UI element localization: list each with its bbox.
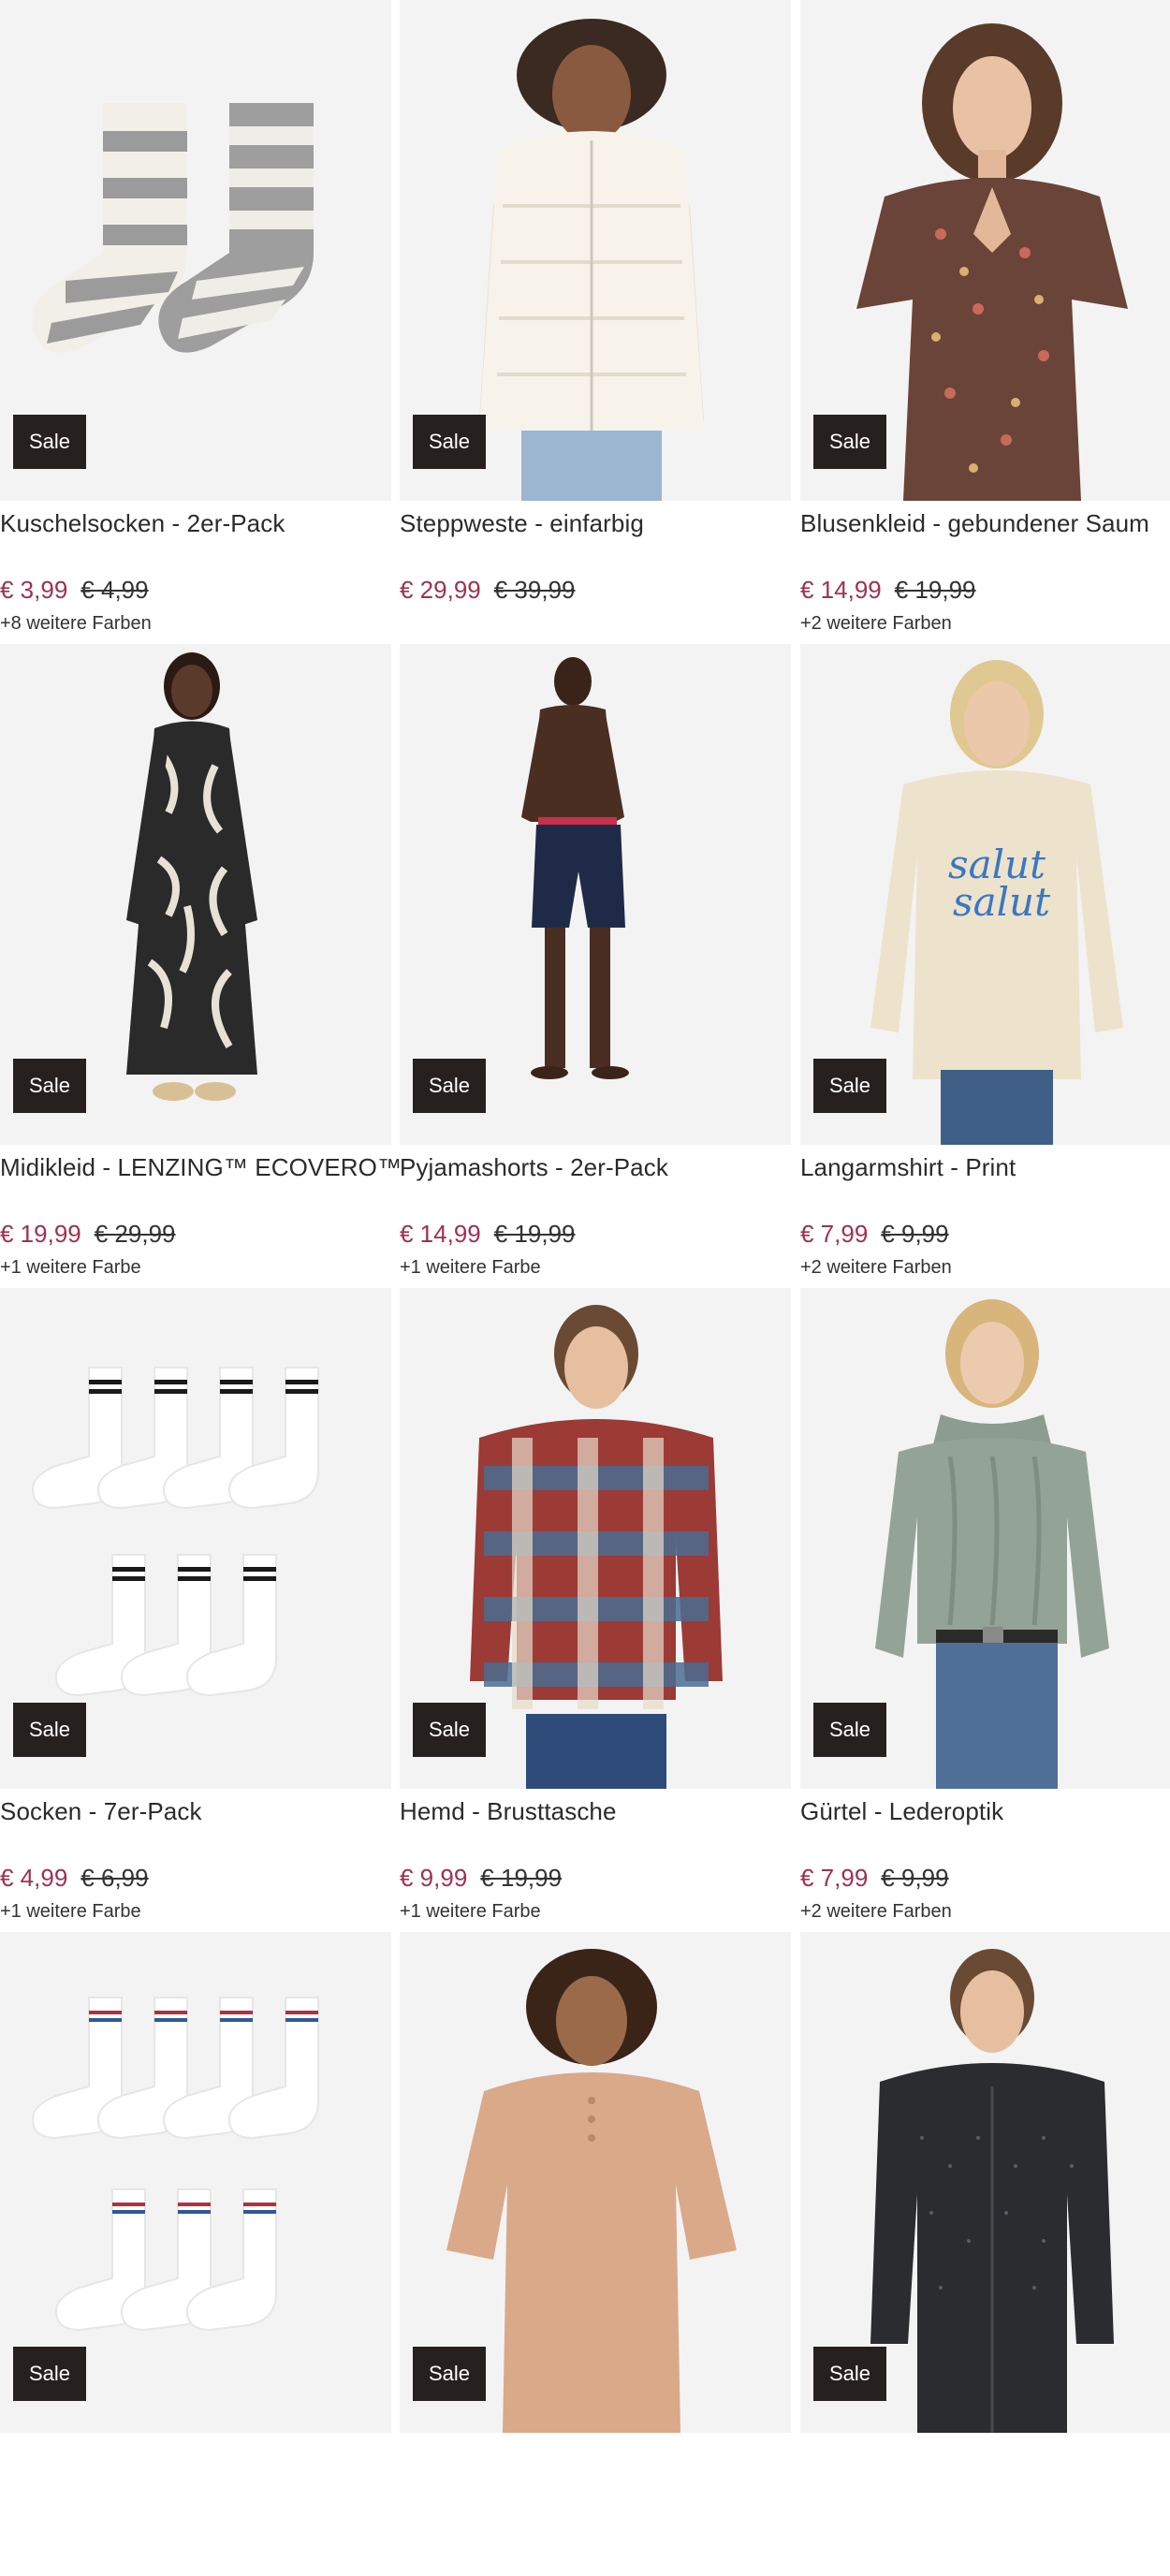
sale-badge: Sale xyxy=(813,1703,886,1757)
product-image[interactable]: Sale xyxy=(400,1288,791,1789)
original-price: € 9,99 xyxy=(881,1220,949,1248)
product-card[interactable]: Sale Pyjamashorts - 2er-Pack € 14,99 € 19… xyxy=(400,644,791,1288)
more-colors-link[interactable]: +8 weitere Farben xyxy=(0,613,152,635)
product-image[interactable]: Sale xyxy=(400,644,791,1145)
sale-badge: Sale xyxy=(13,1703,86,1757)
sale-badge: Sale xyxy=(413,1059,486,1113)
original-price: € 4,99 xyxy=(80,576,149,604)
product-image[interactable]: Sale xyxy=(0,0,391,501)
product-card[interactable]: Sale xyxy=(800,1932,1170,2576)
product-image[interactable]: salut salut Sale xyxy=(800,644,1170,1145)
original-price: € 9,99 xyxy=(881,1864,949,1892)
sale-price: € 9,99 xyxy=(400,1864,468,1892)
product-name[interactable]: Midikleid - LENZING™ ECOVERO™ xyxy=(0,1153,402,1182)
price-row: € 7,99 € 9,99 xyxy=(800,1220,949,1249)
product-card[interactable]: Sale Gürtel - Lederoptik € 7,99 € 9,99 +2… xyxy=(800,1288,1170,1932)
product-image[interactable]: Sale xyxy=(0,1932,391,2433)
sale-badge: Sale xyxy=(413,2347,486,2401)
product-image[interactable]: Sale xyxy=(800,1288,1170,1789)
product-name[interactable]: Gürtel - Lederoptik xyxy=(800,1797,1170,1826)
product-image[interactable]: Sale xyxy=(800,1932,1170,2433)
more-colors-link[interactable]: +2 weitere Farben xyxy=(800,1901,952,1923)
price-row: € 14,99 € 19,99 xyxy=(400,1220,576,1249)
sale-price: € 19,99 xyxy=(0,1220,81,1248)
more-colors-link[interactable]: +1 weitere Farbe xyxy=(0,1257,141,1279)
sale-badge: Sale xyxy=(813,1059,886,1113)
price-row: € 7,99 € 9,99 xyxy=(800,1864,949,1893)
sale-price: € 4,99 xyxy=(0,1864,68,1892)
sale-price: € 7,99 xyxy=(800,1220,869,1248)
product-card[interactable]: Sale Socken - 7er-Pack € 4,99 € 6,99 +1 w… xyxy=(0,1288,391,1932)
product-name[interactable]: Socken - 7er-Pack xyxy=(0,1797,402,1826)
original-price: € 19,99 xyxy=(894,576,976,604)
product-name[interactable]: Langarmshirt - Print xyxy=(800,1153,1170,1182)
product-name[interactable]: Steppweste - einfarbig xyxy=(400,509,802,538)
product-image[interactable]: Sale xyxy=(0,1288,391,1789)
product-image[interactable]: Sale xyxy=(400,1932,791,2433)
more-colors-link[interactable]: +2 weitere Farben xyxy=(800,613,952,635)
more-colors-link[interactable]: +2 weitere Farben xyxy=(800,1257,952,1279)
product-card[interactable]: Sale xyxy=(0,1932,391,2576)
product-card[interactable]: Sale Hemd - Brusttasche € 9,99 € 19,99 +1… xyxy=(400,1288,791,1932)
original-price: € 29,99 xyxy=(94,1220,176,1248)
product-image[interactable]: Sale xyxy=(400,0,791,501)
product-name[interactable]: Pyjamashorts - 2er-Pack xyxy=(400,1153,802,1182)
sale-badge: Sale xyxy=(413,415,486,469)
sale-badge: Sale xyxy=(13,415,86,469)
product-name[interactable]: Blusenkleid - gebundener Saum xyxy=(800,509,1170,538)
product-card[interactable]: Sale Midikleid - LENZING™ ECOVERO™ € 19,… xyxy=(0,644,402,1288)
product-name[interactable]: Hemd - Brusttasche xyxy=(400,1797,802,1826)
sale-badge: Sale xyxy=(13,1059,86,1113)
price-row: € 14,99 € 19,99 xyxy=(800,576,976,605)
more-colors-link[interactable]: +1 weitere Farbe xyxy=(400,1257,541,1279)
svg-text:salut: salut xyxy=(953,879,1050,925)
original-price: € 19,99 xyxy=(493,1220,576,1248)
sale-badge: Sale xyxy=(813,415,886,469)
more-colors-link[interactable]: +1 weitere Farbe xyxy=(0,1901,141,1923)
price-row: € 4,99 € 6,99 xyxy=(0,1864,149,1893)
price-row: € 3,99 € 4,99 xyxy=(0,576,149,605)
price-row: € 19,99 € 29,99 xyxy=(0,1220,176,1249)
sale-price: € 14,99 xyxy=(800,576,882,604)
product-card[interactable]: Sale Blusenkleid - gebundener Saum € 14,… xyxy=(800,0,1170,644)
price-row: € 9,99 € 19,99 xyxy=(400,1864,562,1893)
product-image[interactable]: Sale xyxy=(0,644,391,1145)
price-row: € 29,99 € 39,99 xyxy=(400,576,576,605)
sale-price: € 7,99 xyxy=(800,1864,869,1892)
product-card[interactable]: Sale Steppweste - einfarbig € 29,99 € 39,… xyxy=(400,0,791,644)
sale-price: € 29,99 xyxy=(400,576,481,604)
original-price: € 6,99 xyxy=(80,1864,149,1892)
product-card[interactable]: Sale xyxy=(400,1932,791,2576)
original-price: € 19,99 xyxy=(480,1864,563,1892)
more-colors-link[interactable]: +1 weitere Farbe xyxy=(400,1901,541,1923)
product-grid: Sale Kuschelsocken - 2er-Pack € 3,99 € 4,… xyxy=(0,0,1170,2433)
product-name[interactable]: Kuschelsocken - 2er-Pack xyxy=(0,509,402,538)
sale-badge: Sale xyxy=(813,2347,886,2401)
product-card[interactable]: salut salut Sale Langarmshirt - Print € … xyxy=(800,644,1170,1288)
sale-price: € 3,99 xyxy=(0,576,68,604)
sale-price: € 14,99 xyxy=(400,1220,481,1248)
product-image[interactable]: Sale xyxy=(800,0,1170,501)
sale-badge: Sale xyxy=(413,1703,486,1757)
sale-badge: Sale xyxy=(13,2347,86,2401)
product-card[interactable]: Sale Kuschelsocken - 2er-Pack € 3,99 € 4,… xyxy=(0,0,391,644)
original-price: € 39,99 xyxy=(493,576,576,604)
